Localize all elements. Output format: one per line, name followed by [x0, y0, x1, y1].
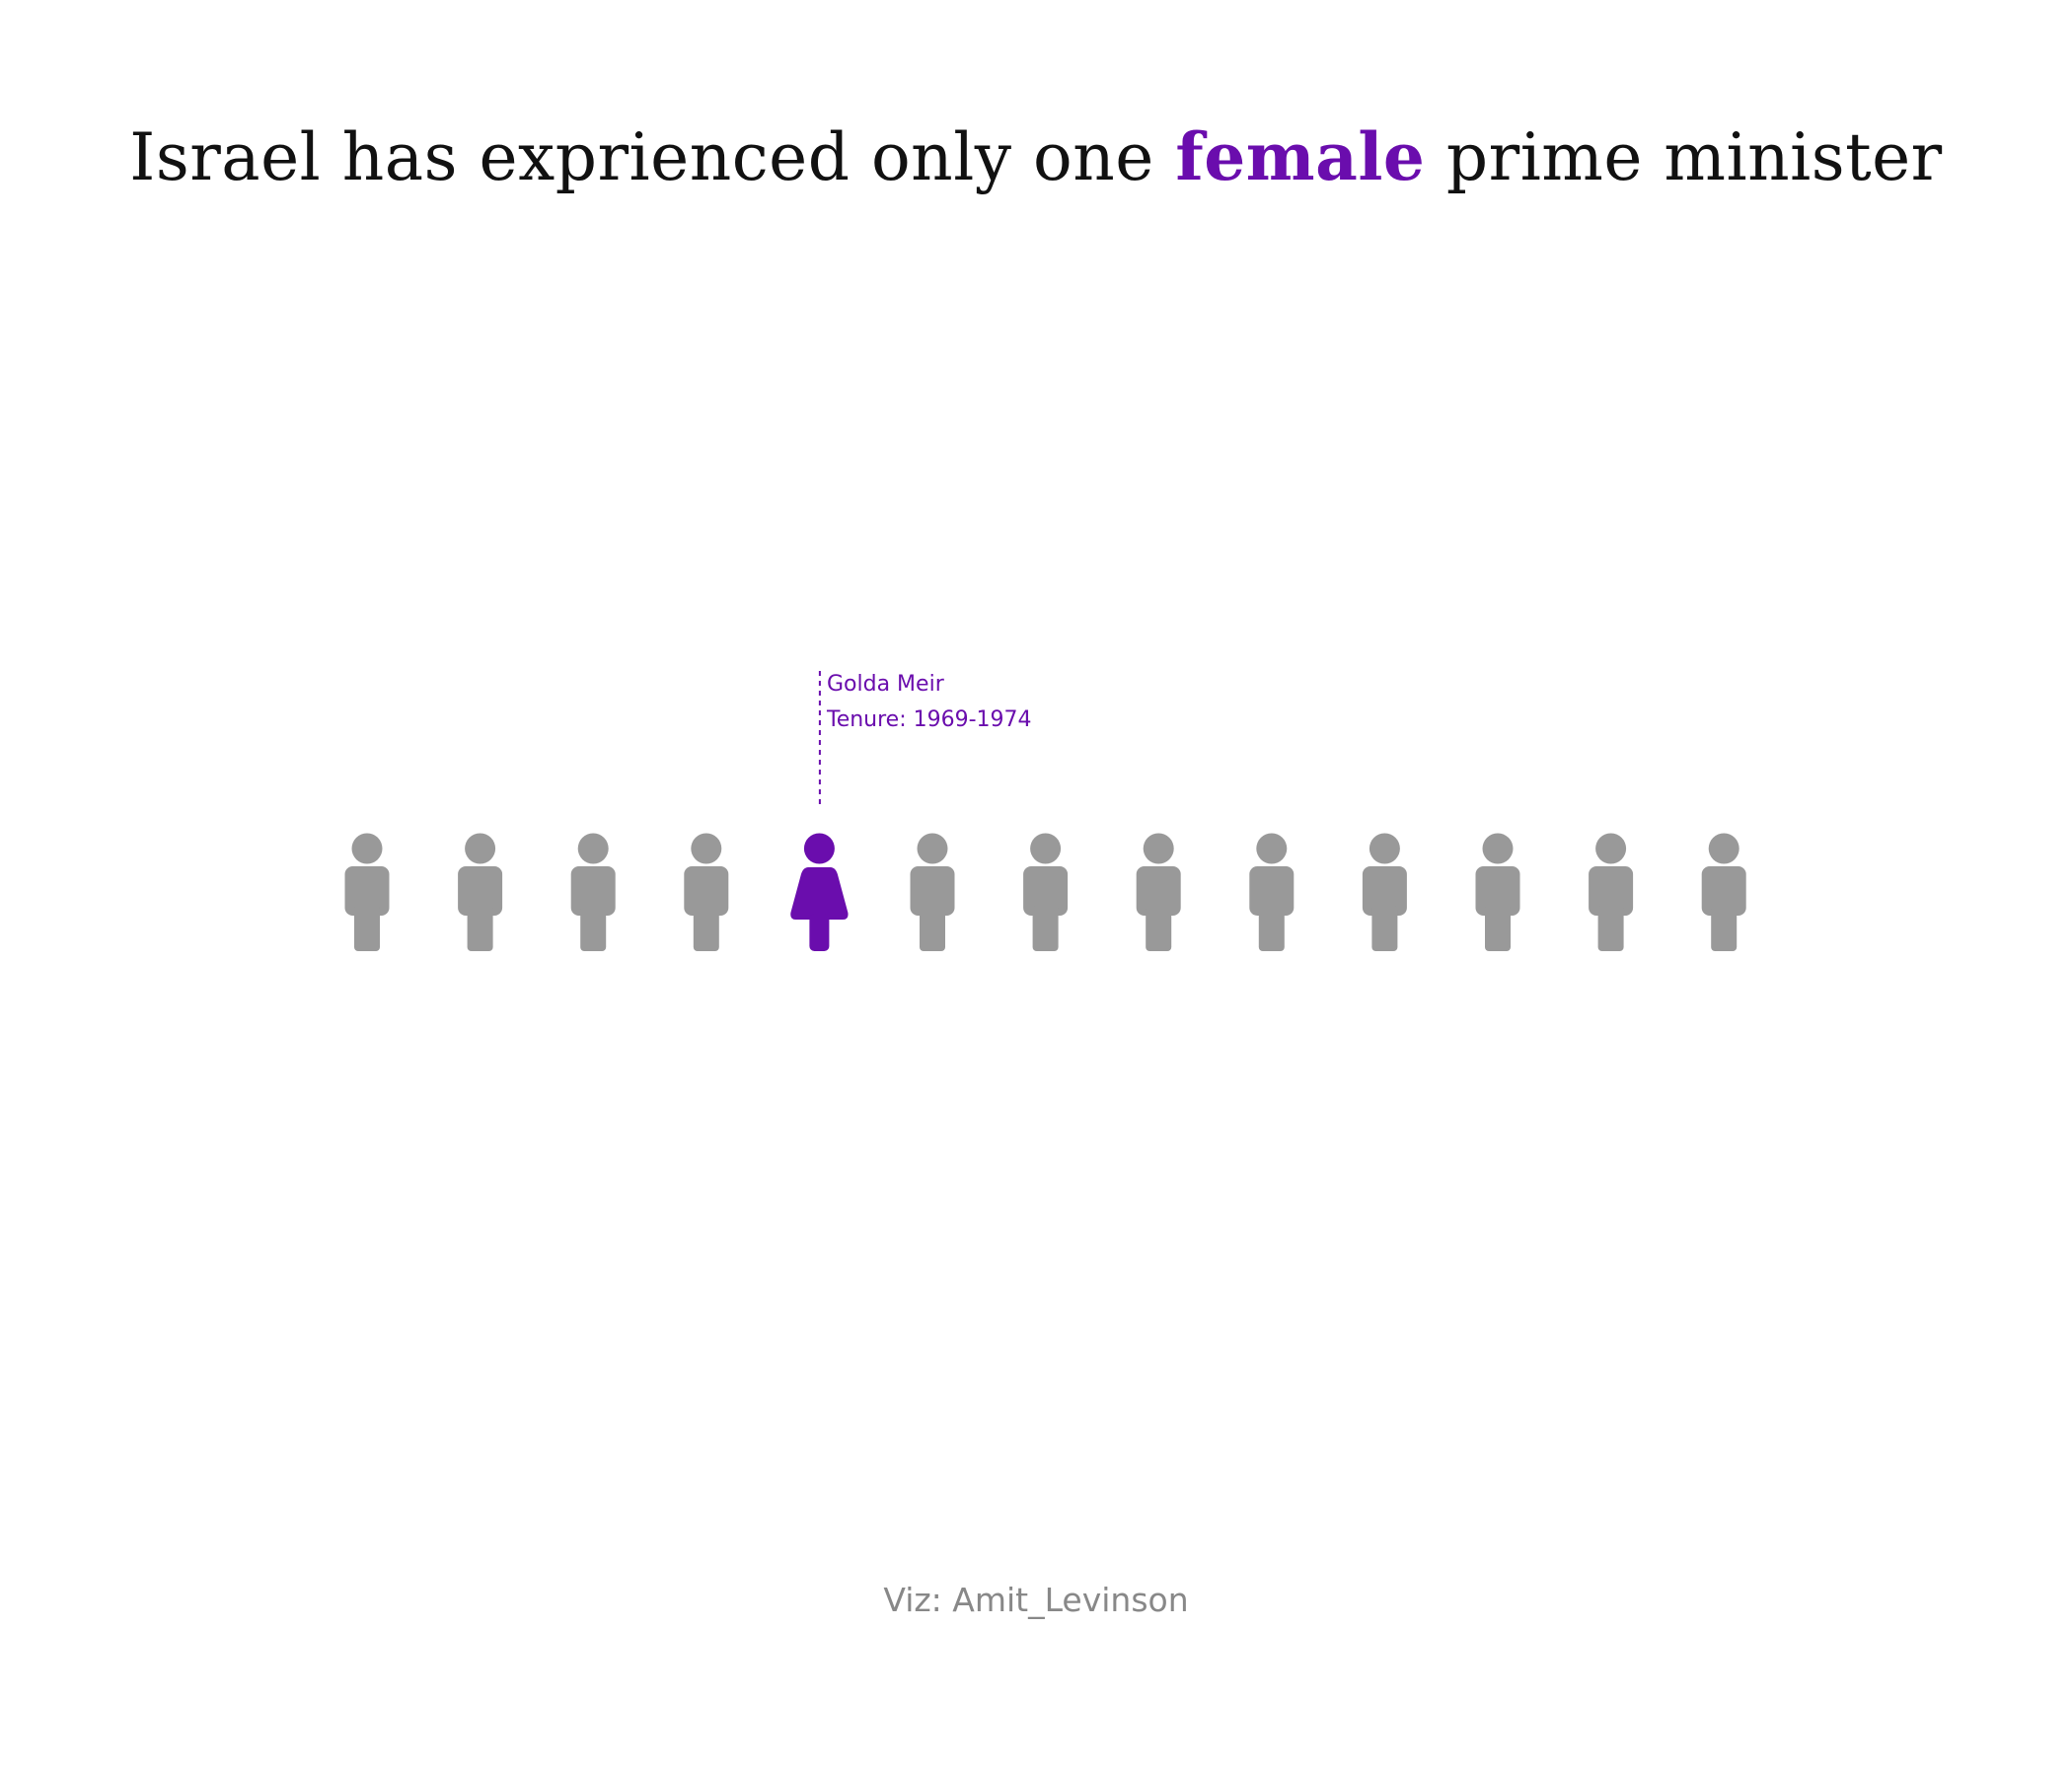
- person-icon: [1023, 833, 1069, 951]
- person-icon: [1701, 833, 1746, 951]
- person-icon: [458, 833, 503, 951]
- person-icon: [1589, 833, 1634, 951]
- person-icon: [1249, 833, 1295, 951]
- person-icon: [1136, 833, 1181, 951]
- person-icon: [910, 833, 955, 951]
- person-icon: [344, 833, 390, 951]
- annotation-tenure: Tenure: 1969-1974: [827, 707, 1032, 732]
- person-icon: [684, 833, 729, 951]
- pictogram: [344, 671, 1746, 951]
- caption: Viz: Amit_Levinson: [883, 1581, 1189, 1619]
- person-icon: [570, 833, 616, 951]
- person-icon: [1475, 833, 1520, 951]
- person-icon: [1362, 833, 1407, 951]
- annotation: Golda Meir Tenure: 1969-1974: [827, 667, 1032, 738]
- woman-icon: [790, 833, 849, 951]
- annotation-name: Golda Meir: [827, 672, 944, 697]
